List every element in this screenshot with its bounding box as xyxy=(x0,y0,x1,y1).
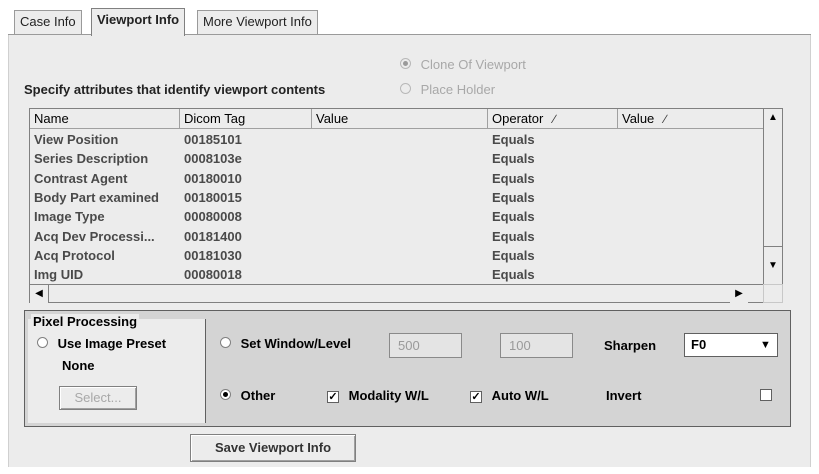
other-label: Other xyxy=(240,388,276,403)
cell-name: Acq Protocol xyxy=(34,247,115,263)
table-row[interactable]: Body Part examined 00180015 Equals xyxy=(30,188,765,207)
save-viewport-info-button[interactable]: Save Viewport Info xyxy=(190,434,356,462)
clone-of-viewport-label: Clone Of Viewport xyxy=(420,57,526,72)
arrow-down-icon[interactable]: ▼ xyxy=(764,257,782,275)
pencil-icon: ∕ xyxy=(664,112,667,126)
cell-dicom-tag: 00181400 xyxy=(184,228,242,244)
table-row[interactable]: Image Type 00080008 Equals xyxy=(30,207,765,226)
cell-dicom-tag: 00080008 xyxy=(184,209,242,225)
column-header-value-2[interactable]: Value ∕ xyxy=(618,109,765,129)
column-header-operator[interactable]: Operator ∕ xyxy=(488,109,618,129)
arrow-up-icon[interactable]: ▲ xyxy=(764,109,782,127)
attributes-table: Name Dicom Tag Value Operator ∕ Value ∕ Vi… xyxy=(29,108,765,286)
cell-name: View Position xyxy=(34,132,119,147)
use-image-preset-label: Use Image Preset xyxy=(57,336,167,351)
column-header-value[interactable]: Value xyxy=(312,109,488,129)
sharpen-dropdown[interactable]: F0 ▼ xyxy=(684,333,778,357)
scroll-corner xyxy=(763,284,783,303)
table-row[interactable]: Acq Protocol 00181030 Equals xyxy=(30,246,765,265)
checkbox-icon xyxy=(760,389,772,401)
pixel-processing-title: Pixel Processing xyxy=(31,314,140,330)
cell-operator: Equals xyxy=(492,247,535,263)
arrow-left-icon[interactable]: ◀ xyxy=(30,285,48,303)
checkmark-icon: ✓ xyxy=(327,391,339,403)
cell-name: Acq Dev Processi... xyxy=(34,228,155,244)
radio-icon xyxy=(400,83,411,94)
cell-dicom-tag: 00080018 xyxy=(184,267,242,283)
set-window-level-label: Set Window/Level xyxy=(240,336,352,351)
cell-dicom-tag: 00180015 xyxy=(184,189,242,205)
place-holder-radio[interactable]: Place Holder xyxy=(400,82,495,97)
radio-icon xyxy=(37,337,48,348)
cell-operator: Equals xyxy=(492,170,535,186)
preset-value: None xyxy=(62,358,95,373)
modality-wl-checkbox[interactable]: ✓ Modality W/L xyxy=(327,388,429,403)
radio-icon xyxy=(220,337,231,348)
cell-dicom-tag: 00181030 xyxy=(184,247,242,263)
table-row[interactable]: Img UID 00080018 Equals xyxy=(30,265,765,284)
tab-case-info[interactable]: Case Info xyxy=(14,10,82,35)
cell-name: Contrast Agent xyxy=(34,170,128,186)
checkmark-icon: ✓ xyxy=(470,391,482,403)
cell-operator: Equals xyxy=(492,267,535,283)
scroll-divider xyxy=(48,285,49,302)
column-header-dicom-tag[interactable]: Dicom Tag xyxy=(180,109,312,129)
modality-wl-label: Modality W/L xyxy=(348,388,429,403)
invert-checkbox[interactable] xyxy=(760,389,772,404)
table-row[interactable]: Contrast Agent 00180010 Equals xyxy=(30,169,765,188)
invert-label: Invert xyxy=(606,388,642,403)
cell-name: Body Part examined xyxy=(34,189,159,205)
vertical-scrollbar[interactable]: ▲ ▼ xyxy=(763,108,783,286)
cell-name: Img UID xyxy=(34,267,84,283)
column-header-name[interactable]: Name xyxy=(30,109,180,129)
cell-name: Image Type xyxy=(34,209,105,225)
auto-wl-checkbox[interactable]: ✓ Auto W/L xyxy=(470,388,549,403)
specify-attributes-label: Specify attributes that identify viewpor… xyxy=(24,82,326,97)
tab-more-viewport-info[interactable]: More Viewport Info xyxy=(197,10,318,35)
other-radio[interactable]: Other xyxy=(220,388,275,403)
set-window-level-radio[interactable]: Set Window/Level xyxy=(220,336,351,351)
arrow-right-icon[interactable]: ▶ xyxy=(730,285,748,303)
cell-operator: Equals xyxy=(492,209,535,225)
select-preset-button[interactable]: Select... xyxy=(59,386,137,410)
radio-icon xyxy=(400,58,411,69)
sharpen-value: F0 xyxy=(691,337,707,352)
sharpen-label: Sharpen xyxy=(604,338,657,353)
auto-wl-label: Auto W/L xyxy=(491,388,549,403)
clone-of-viewport-radio[interactable]: Clone Of Viewport xyxy=(400,57,526,72)
cell-operator: Equals xyxy=(492,132,535,147)
chevron-down-icon: ▼ xyxy=(760,339,771,351)
horizontal-scrollbar[interactable]: ◀ ▶ xyxy=(29,284,764,303)
table-row[interactable]: Acq Dev Processi... 00181400 Equals xyxy=(30,227,765,246)
cell-name: Series Description xyxy=(34,151,149,167)
cell-operator: Equals xyxy=(492,189,535,205)
use-image-preset-radio[interactable]: Use Image Preset xyxy=(37,336,166,351)
cell-dicom-tag: 00180010 xyxy=(184,170,242,186)
pencil-icon: ∕ xyxy=(553,112,556,126)
table-row[interactable]: View Position 00185101 Equals xyxy=(30,130,765,149)
cell-dicom-tag: 0008103e xyxy=(184,151,242,167)
cell-operator: Equals xyxy=(492,151,535,167)
cell-dicom-tag: 00185101 xyxy=(184,132,242,147)
level-field[interactable]: 100 xyxy=(500,333,573,358)
cell-operator: Equals xyxy=(492,228,535,244)
tab-viewport-info[interactable]: Viewport Info xyxy=(91,8,186,36)
scroll-thumb[interactable] xyxy=(764,127,782,247)
radio-icon xyxy=(220,389,231,400)
table-row[interactable]: Series Description 0008103e Equals xyxy=(30,149,765,168)
window-field[interactable]: 500 xyxy=(389,333,462,358)
place-holder-label: Place Holder xyxy=(420,82,496,97)
